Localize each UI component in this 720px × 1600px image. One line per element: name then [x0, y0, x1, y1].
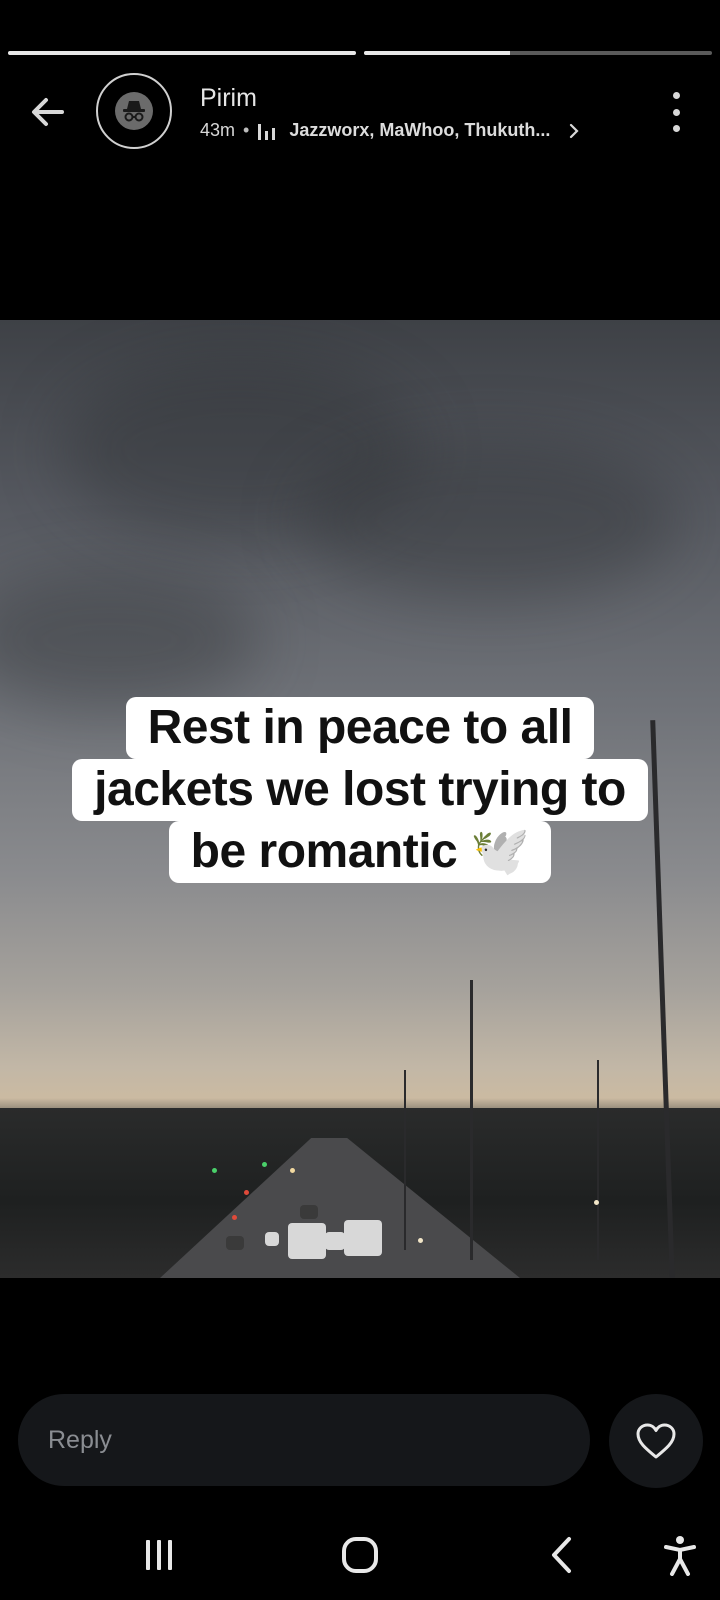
- heart-icon: [636, 1423, 676, 1459]
- more-dot: [672, 125, 680, 132]
- more-options-button[interactable]: [666, 92, 686, 132]
- story-progress-2-fill: [364, 51, 511, 55]
- head-light: [594, 1200, 599, 1205]
- traffic-light: [212, 1168, 217, 1173]
- caption-row-2: jackets we lost trying to: [0, 759, 720, 821]
- music-attribution[interactable]: Jazzworx, MaWhoo, Thukuth...: [289, 120, 550, 141]
- recents-icon: [146, 1540, 172, 1570]
- street-light: [597, 1060, 599, 1260]
- story-progress-1: [8, 51, 356, 55]
- reply-input[interactable]: [18, 1394, 590, 1486]
- car: [265, 1232, 279, 1246]
- car: [226, 1236, 244, 1250]
- nav-back-button[interactable]: [537, 1530, 587, 1580]
- recents-button[interactable]: [134, 1530, 184, 1580]
- meta-separator: •: [243, 120, 250, 140]
- cloud: [300, 440, 680, 600]
- home-button[interactable]: [335, 1530, 385, 1580]
- story-meta: 43m • Jazzworx, MaWhoo, Thukuth...: [200, 120, 580, 141]
- caption-row-1: Rest in peace to all: [0, 697, 720, 759]
- caption-line-2: jackets we lost trying to: [72, 759, 648, 821]
- tail-light: [244, 1190, 249, 1195]
- avatar[interactable]: [96, 73, 172, 149]
- story-caption: Rest in peace to all jackets we lost try…: [0, 697, 720, 883]
- incognito-icon: [123, 101, 145, 122]
- car: [288, 1223, 326, 1259]
- accessibility-icon: [664, 1536, 696, 1576]
- caption-line-1: Rest in peace to all: [125, 697, 595, 759]
- back-chevron-icon: [552, 1537, 571, 1573]
- time-ago: 43m: [200, 120, 236, 140]
- street-light: [404, 1070, 406, 1250]
- traffic-light: [262, 1162, 267, 1167]
- street-light: [470, 980, 473, 1260]
- username[interactable]: Pirim: [200, 84, 257, 113]
- home-icon: [342, 1537, 378, 1573]
- accessibility-button[interactable]: [655, 1530, 705, 1580]
- back-button[interactable]: [24, 88, 72, 136]
- head-light: [418, 1238, 423, 1243]
- music-bars-icon: [257, 122, 279, 140]
- caption-line-3: be romantic 🕊️: [168, 821, 552, 883]
- like-button[interactable]: [609, 1394, 703, 1488]
- incognito-avatar: [115, 92, 153, 130]
- head-light: [290, 1168, 295, 1173]
- arrow-left-icon: [32, 98, 64, 126]
- car: [344, 1220, 382, 1256]
- caption-row-3: be romantic 🕊️: [0, 821, 720, 883]
- cloud: [0, 570, 260, 710]
- chevron-right-icon[interactable]: [568, 122, 580, 140]
- story-progress-1-fill: [8, 51, 356, 55]
- story-progress-2: [364, 51, 712, 55]
- more-dot: [672, 108, 680, 116]
- car: [325, 1232, 345, 1250]
- car: [300, 1205, 318, 1219]
- tail-light: [232, 1215, 237, 1220]
- system-nav-bar: [0, 1510, 720, 1600]
- more-dot: [672, 92, 680, 99]
